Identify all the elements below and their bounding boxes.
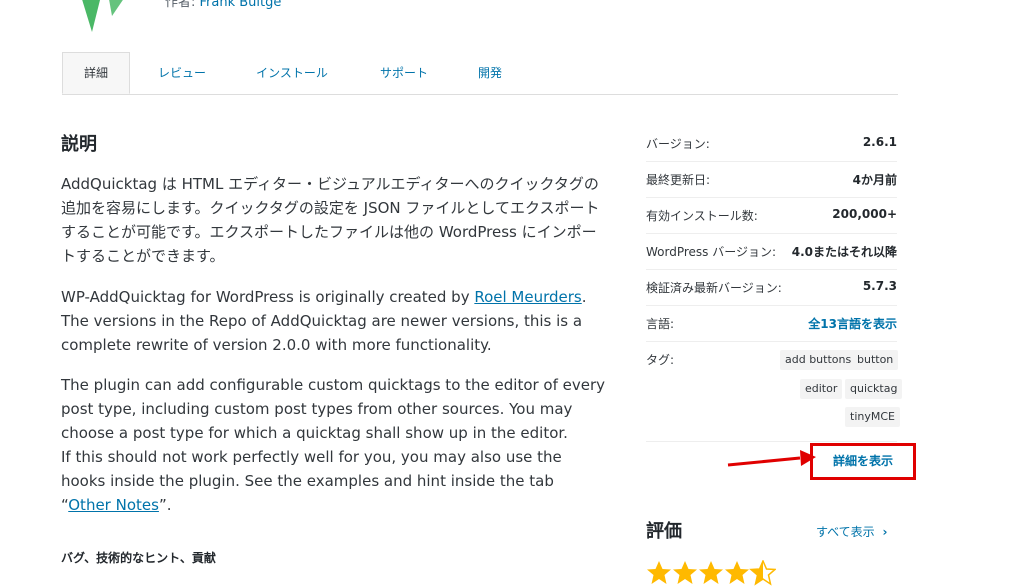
plugin-logo-icon — [82, 0, 123, 32]
roel-meurders-link[interactable]: Roel Meurders — [474, 288, 581, 306]
bugs-heading: バグ、技術的なヒント、貢献 — [61, 551, 216, 565]
tab-installation[interactable]: インストール — [234, 52, 350, 94]
tag-link[interactable]: quicktag — [845, 379, 903, 399]
meta-version: バージョン: 2.6.1 — [646, 126, 897, 162]
tab-details[interactable]: 詳細 — [62, 52, 130, 94]
meta-label: 検証済み最新バージョン: — [646, 281, 782, 295]
tab-reviews[interactable]: レビュー — [140, 52, 224, 94]
meta-value: 4.0またはそれ以降 — [791, 245, 897, 259]
ratings-heading: 評価 — [646, 521, 682, 542]
tag-link[interactable]: button — [852, 350, 899, 370]
meta-label: 有効インストール数: — [646, 209, 758, 223]
meta-label: タグ: — [646, 353, 675, 367]
meta-label: バージョン: — [646, 137, 710, 151]
meta-value: 4か月前 — [852, 173, 897, 187]
description-heading: 説明 — [61, 134, 97, 155]
star-full-icon — [673, 561, 697, 584]
meta-value: 5.7.3 — [862, 279, 897, 293]
tag-link[interactable]: editor — [800, 379, 843, 399]
author-link[interactable]: Frank Bültge — [200, 0, 282, 10]
meta-value: 2.6.1 — [862, 135, 897, 149]
description-paragraph-3: The plugin can add configurable custom q… — [61, 376, 606, 514]
chevron-right-icon: › — [882, 525, 888, 539]
star-full-icon — [699, 561, 723, 584]
plugin-tabs: 詳細 レビュー インストール サポート 開発 — [62, 52, 898, 95]
meta-label: WordPress バージョン: — [646, 245, 777, 259]
meta-wordpress-version: WordPress バージョン: 4.0またはそれ以降 — [646, 234, 897, 270]
meta-active-installs: 有効インストール数: 200,000+ — [646, 198, 897, 234]
description-paragraph-2: WP-AddQuicktag for WordPress is original… — [61, 288, 587, 354]
highlight-box — [810, 443, 916, 480]
star-full-icon — [647, 561, 671, 584]
languages-link[interactable]: 全13言語を表示 — [808, 315, 897, 332]
meta-value: 200,000+ — [832, 207, 897, 221]
meta-languages: 言語: 全13言語を表示 — [646, 306, 897, 342]
meta-tested-up-to: 検証済み最新バージョン: 5.7.3 — [646, 270, 897, 306]
description-paragraph-1: AddQuicktag は HTML エディター・ビジュアルエディターへのクイッ… — [61, 175, 600, 265]
annotation-arrow-icon — [727, 450, 816, 467]
star-rating — [647, 560, 776, 585]
tab-development[interactable]: 開発 — [460, 52, 520, 94]
star-full-icon — [725, 561, 749, 584]
meta-label: 最終更新日: — [646, 173, 711, 187]
plugin-author: 作者: Frank Bültge — [165, 0, 281, 10]
other-notes-link[interactable]: Other Notes — [68, 496, 159, 514]
tag-link[interactable]: tinyMCE — [845, 407, 900, 427]
tab-support[interactable]: サポート — [360, 52, 448, 94]
star-half-icon — [750, 560, 776, 585]
tag-link[interactable]: add buttons — [780, 350, 857, 370]
meta-last-updated: 最終更新日: 4か月前 — [646, 162, 897, 198]
see-all-ratings-link[interactable]: すべて表示 › — [816, 523, 887, 540]
meta-label: 言語: — [646, 317, 675, 331]
